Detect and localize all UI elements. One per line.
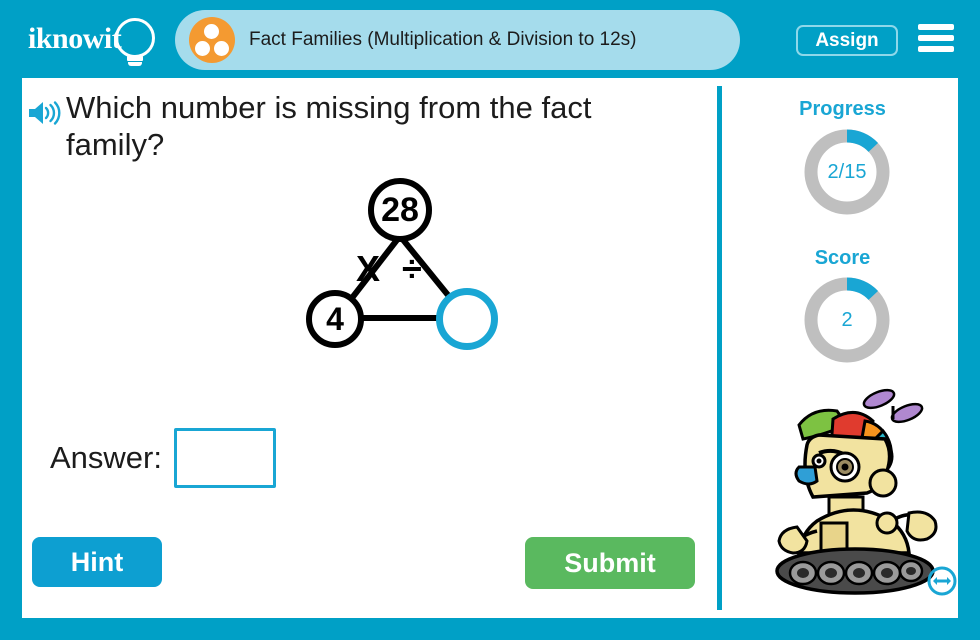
- triangle-node-missing[interactable]: [436, 288, 498, 350]
- lightbulb-icon: [115, 18, 155, 58]
- score-donut: 2: [801, 274, 893, 366]
- three-dots-circle-icon: [189, 17, 235, 63]
- assign-button[interactable]: Assign: [796, 25, 898, 56]
- answer-input[interactable]: [173, 428, 276, 488]
- score-label: Score: [814, 247, 871, 269]
- hamburger-menu-icon[interactable]: [918, 24, 954, 54]
- content-panel: Which number is missing from the fact fa…: [22, 78, 958, 618]
- status-sidebar: Progress 2/15 Score 2: [727, 78, 958, 618]
- lesson-title-pill: Fact Families (Multiplication & Division…: [175, 10, 740, 70]
- lightbulb-base-lower-icon: [128, 62, 142, 66]
- fact-family-triangle: X ÷ 28 4: [272, 178, 532, 378]
- triangle-operators: X ÷: [356, 248, 428, 289]
- hint-button[interactable]: Hint: [32, 537, 162, 587]
- speaker-icon[interactable]: [27, 100, 61, 126]
- answer-row: Answer:: [50, 428, 276, 488]
- lightbulb-base-icon: [127, 56, 143, 61]
- iknowit-logo[interactable]: iknowit: [22, 14, 167, 66]
- resize-horizontal-icon[interactable]: [927, 566, 957, 596]
- triangle-node-top: 28: [368, 178, 432, 242]
- score-value: 2: [841, 308, 853, 331]
- app-window: iknowit Fact Families (Multiplication & …: [0, 0, 980, 640]
- robot-mascot-icon: [759, 383, 949, 598]
- vertical-divider: [717, 86, 722, 610]
- progress-value: 2/15: [827, 160, 867, 183]
- logo-text: iknowit: [28, 22, 122, 55]
- question-text: Which number is missing from the fact fa…: [66, 90, 592, 162]
- triangle-node-left: 4: [306, 290, 364, 348]
- lesson-title: Fact Families (Multiplication & Division…: [249, 29, 637, 50]
- app-header: iknowit Fact Families (Multiplication & …: [0, 0, 980, 78]
- progress-label: Progress: [799, 98, 886, 120]
- submit-button[interactable]: Submit: [525, 537, 695, 589]
- answer-label: Answer:: [50, 440, 162, 475]
- progress-donut: 2/15: [801, 126, 893, 218]
